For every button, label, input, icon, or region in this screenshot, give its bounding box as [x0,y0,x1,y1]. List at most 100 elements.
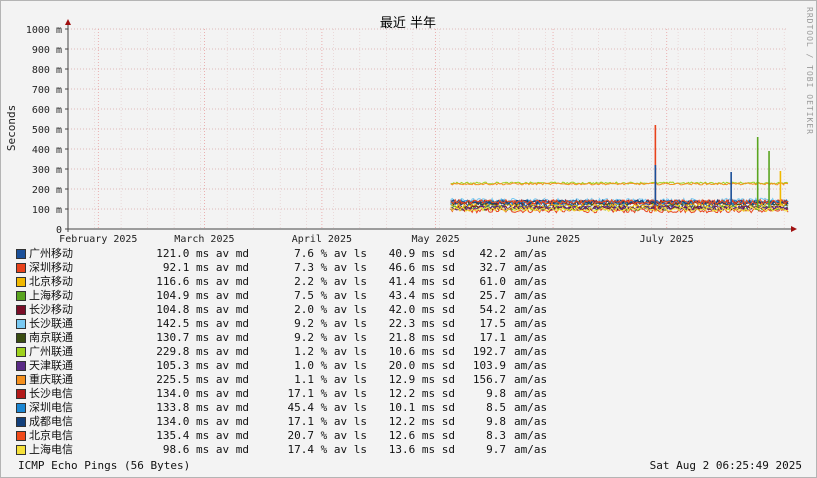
legend-loss: 7.6 % av ls [294,247,367,260]
legend-loss: 17.4 % av ls [287,443,367,456]
legend-row: 上海电信 98.6 ms av md 17.4 % av ls 13.6 ms sd 9… [15,443,575,457]
legend-std-dev: 43.4 ms sd [388,289,455,302]
legend-std-dev: 12.9 ms sd [388,373,455,386]
watermark: RRDTOOL / TOBI OETIKER [805,7,814,135]
legend-am-as-value: 103.9 [472,359,506,372]
legend-am-as-value: 61.0 [479,275,507,288]
legend-loss: 1.2 % av ls [294,345,367,358]
y-tick-label: 300 m [32,165,62,176]
legend-median-rtt: 121.0 ms av md [156,247,249,260]
legend-loss: 45.4 % av ls [287,401,367,414]
legend-swatch [16,277,26,287]
legend-std-dev: 12.2 ms sd [388,415,455,428]
legend-am-as-value: 42.2 [479,247,507,260]
footer-label: ICMP Echo Pings (56 Bytes) [18,459,191,472]
legend-std-dev: 41.4 ms sd [388,275,455,288]
legend-swatch [16,333,26,343]
legend-am-as-value: 192.7 [472,345,506,358]
legend-row: 长沙移动 104.8 ms av md 2.0 % av ls 42.0 ms sd 5… [15,303,575,317]
legend-am-as-unit: am/as [514,331,548,344]
x-tick-label: July 2025 [640,234,694,245]
y-tick-label: 1000 m [26,25,62,36]
legend-row: 北京电信 135.4 ms av md 20.7 % av ls 12.6 ms sd… [15,429,575,443]
legend-swatch [16,305,26,315]
legend-row: 上海移动 104.9 ms av md 7.5 % av ls 43.4 ms sd 2… [15,289,575,303]
y-tick-label: 500 m [32,125,62,136]
legend-loss: 17.1 % av ls [287,415,367,428]
legend-am-as-unit: am/as [514,415,548,428]
legend-loss: 17.1 % av ls [287,387,367,400]
legend-median-rtt: 92.1 ms av md [162,261,249,274]
legend-row: 重庆联通 225.5 ms av md 1.1 % av ls 12.9 ms sd 1… [15,373,575,387]
x-tick-label: February 2025 [59,234,137,245]
legend-swatch [16,431,26,441]
legend-am-as-unit: am/as [514,373,548,386]
legend-am-as-value: 17.1 [479,331,507,344]
legend-row: 天津联通 105.3 ms av md 1.0 % av ls 20.0 ms sd 1… [15,359,575,373]
y-tick-label: 400 m [32,145,62,156]
legend-row: 长沙电信 134.0 ms av md 17.1 % av ls 12.2 ms sd… [15,387,575,401]
legend-loss: 9.2 % av ls [294,317,367,330]
y-tick-label: 900 m [32,45,62,56]
legend-swatch [16,347,26,357]
legend-swatch [16,249,26,259]
legend-name: 北京移动 [29,275,73,288]
legend-name: 上海移动 [29,289,73,302]
legend-row: 深圳移动 92.1 ms av md 7.3 % av ls 46.6 ms sd 32… [15,261,575,275]
legend-std-dev: 21.8 ms sd [388,331,455,344]
legend-am-as-value: 9.8 [486,415,506,428]
y-tick-label: 600 m [32,105,62,116]
legend-am-as-unit: am/as [514,401,548,414]
legend-name: 成都电信 [29,415,73,428]
legend-median-rtt: 135.4 ms av md [156,429,249,442]
legend-name: 天津联通 [29,359,73,372]
legend-swatch [16,417,26,427]
legend-row: 深圳电信 133.8 ms av md 45.4 % av ls 10.1 ms sd… [15,401,575,415]
legend-swatch [16,445,26,455]
legend-std-dev: 20.0 ms sd [388,359,455,372]
legend-row: 南京联通 130.7 ms av md 9.2 % av ls 21.8 ms sd 1… [15,331,575,345]
legend-am-as-value: 17.5 [479,317,507,330]
legend-am-as-value: 54.2 [479,303,507,316]
legend: 广州移动 121.0 ms av md 7.6 % av ls 40.9 ms sd 4… [15,247,575,457]
grid-lines [67,28,788,230]
legend-swatch [16,375,26,385]
legend-loss: 1.1 % av ls [294,373,367,386]
footer-timestamp: Sat Aug 2 06:25:49 2025 [649,459,802,472]
legend-am-as-unit: am/as [514,261,548,274]
legend-am-as-value: 25.7 [479,289,507,302]
legend-median-rtt: 229.8 ms av md [156,345,249,358]
legend-row: 成都电信 134.0 ms av md 17.1 % av ls 12.2 ms sd… [15,415,575,429]
legend-std-dev: 10.1 ms sd [388,401,455,414]
legend-am-as-unit: am/as [514,275,548,288]
axes [65,19,797,232]
legend-median-rtt: 133.8 ms av md [156,401,249,414]
legend-swatch [16,319,26,329]
legend-median-rtt: 134.0 ms av md [156,415,249,428]
legend-name: 广州移动 [29,247,73,260]
legend-row: 长沙联通 142.5 ms av md 9.2 % av ls 22.3 ms sd 1… [15,317,575,331]
legend-am-as-value: 8.5 [486,401,506,414]
legend-am-as-value: 32.7 [479,261,507,274]
legend-name: 重庆联通 [29,373,73,386]
legend-median-rtt: 116.6 ms av md [156,275,249,288]
x-tick-label: June 2025 [526,234,580,245]
legend-am-as-value: 9.8 [486,387,506,400]
x-tick-label: April 2025 [292,234,352,245]
legend-std-dev: 12.2 ms sd [388,387,455,400]
legend-am-as-unit: am/as [514,429,548,442]
legend-row: 北京移动 116.6 ms av md 2.2 % av ls 41.4 ms sd 6… [15,275,575,289]
legend-name: 北京电信 [29,429,73,442]
rrd-graph: 0 100 m 200 m 300 m 400 m 500 m 600 m 700 m 800 … [0,0,817,478]
legend-swatch [16,389,26,399]
legend-am-as-unit: am/as [514,247,548,260]
legend-std-dev: 46.6 ms sd [388,261,455,274]
x-tick-label: May 2025 [411,234,459,245]
legend-am-as-unit: am/as [514,289,548,302]
latency-chart: 0100 m200 m300 m400 m500 m600 m700 m800 … [5,7,814,245]
legend-median-rtt: 130.7 ms av md [156,331,249,344]
legend-loss: 7.5 % av ls [294,289,367,302]
legend-swatch [16,403,26,413]
legend-loss: 20.7 % av ls [287,429,367,442]
legend-name: 广州联通 [29,345,73,358]
